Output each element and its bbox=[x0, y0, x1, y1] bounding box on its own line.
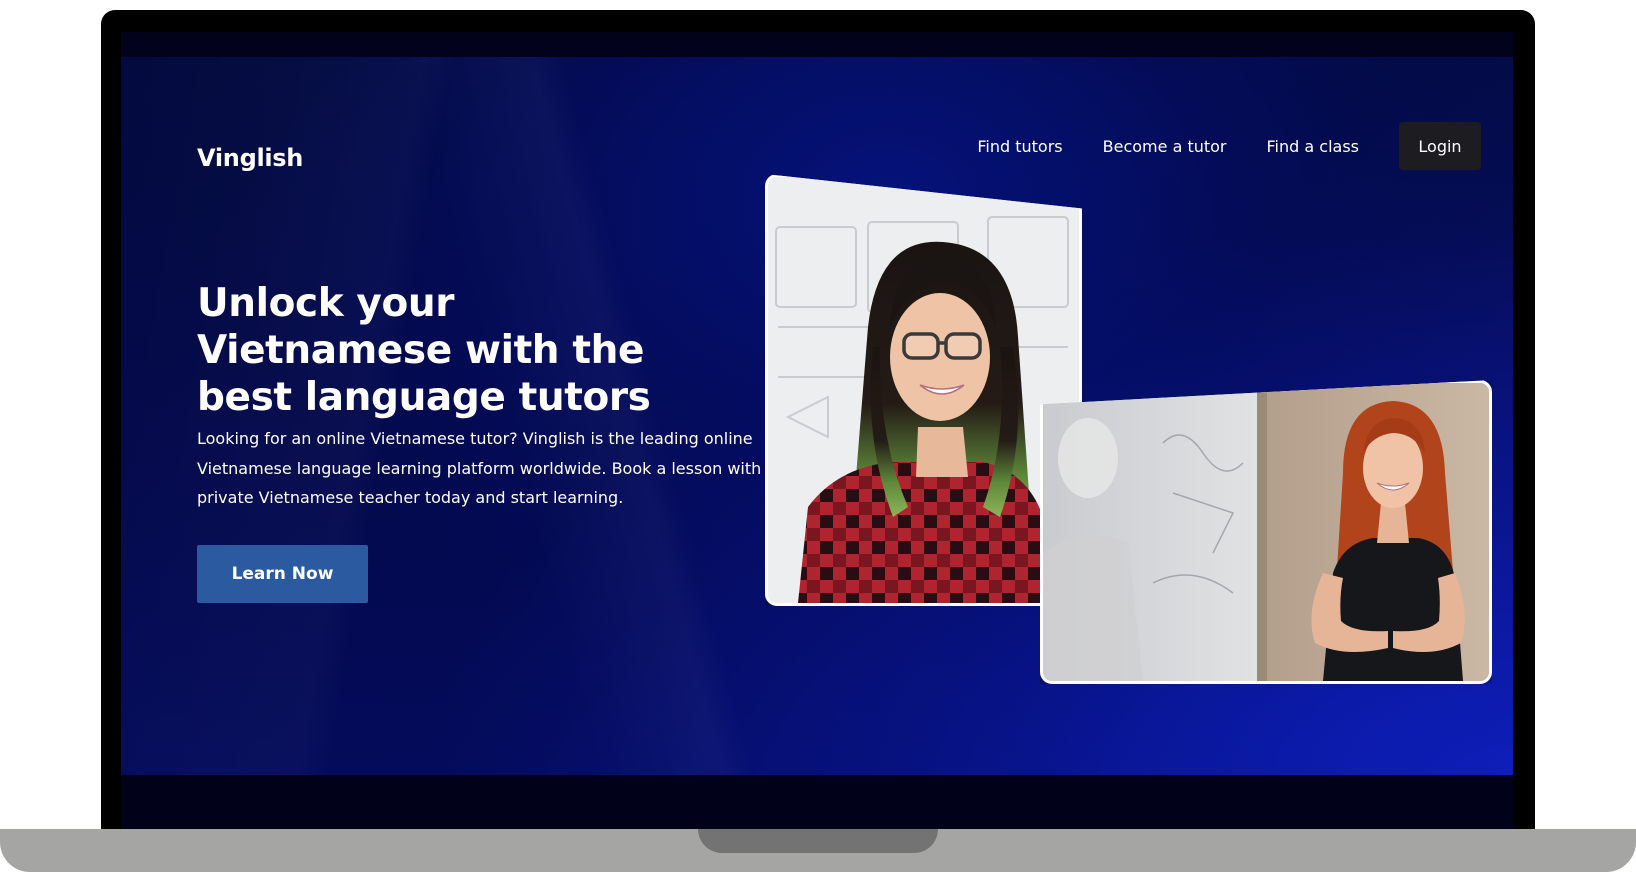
hero-headline: Unlock your Vietnamese with the best lan… bbox=[197, 281, 651, 420]
brand-logo[interactable]: Vinglish bbox=[197, 144, 303, 172]
login-button[interactable]: Login bbox=[1399, 122, 1481, 170]
laptop-frame: Vinglish Find tutors Become a tutor Find… bbox=[101, 10, 1535, 830]
nav-find-tutors[interactable]: Find tutors bbox=[977, 137, 1062, 156]
laptop-screen: Vinglish Find tutors Become a tutor Find… bbox=[121, 32, 1513, 830]
screen-bottom-band bbox=[121, 775, 1513, 830]
top-nav: Find tutors Become a tutor Find a class … bbox=[977, 122, 1481, 170]
laptop-notch bbox=[698, 829, 938, 853]
tutor-photo-1 bbox=[765, 174, 1082, 606]
tutor-photo-woman-glasses-icon bbox=[768, 177, 1079, 603]
learn-now-button[interactable]: Learn Now bbox=[197, 545, 368, 603]
hero-description: Looking for an online Vietnamese tutor? … bbox=[197, 429, 777, 507]
tutor-photo-woman-red-hair-icon bbox=[1043, 383, 1489, 681]
page: Vinglish Find tutors Become a tutor Find… bbox=[0, 0, 1636, 872]
tutor-photo-2 bbox=[1040, 380, 1492, 684]
nav-find-a-class[interactable]: Find a class bbox=[1267, 137, 1359, 156]
nav-become-a-tutor[interactable]: Become a tutor bbox=[1103, 137, 1227, 156]
